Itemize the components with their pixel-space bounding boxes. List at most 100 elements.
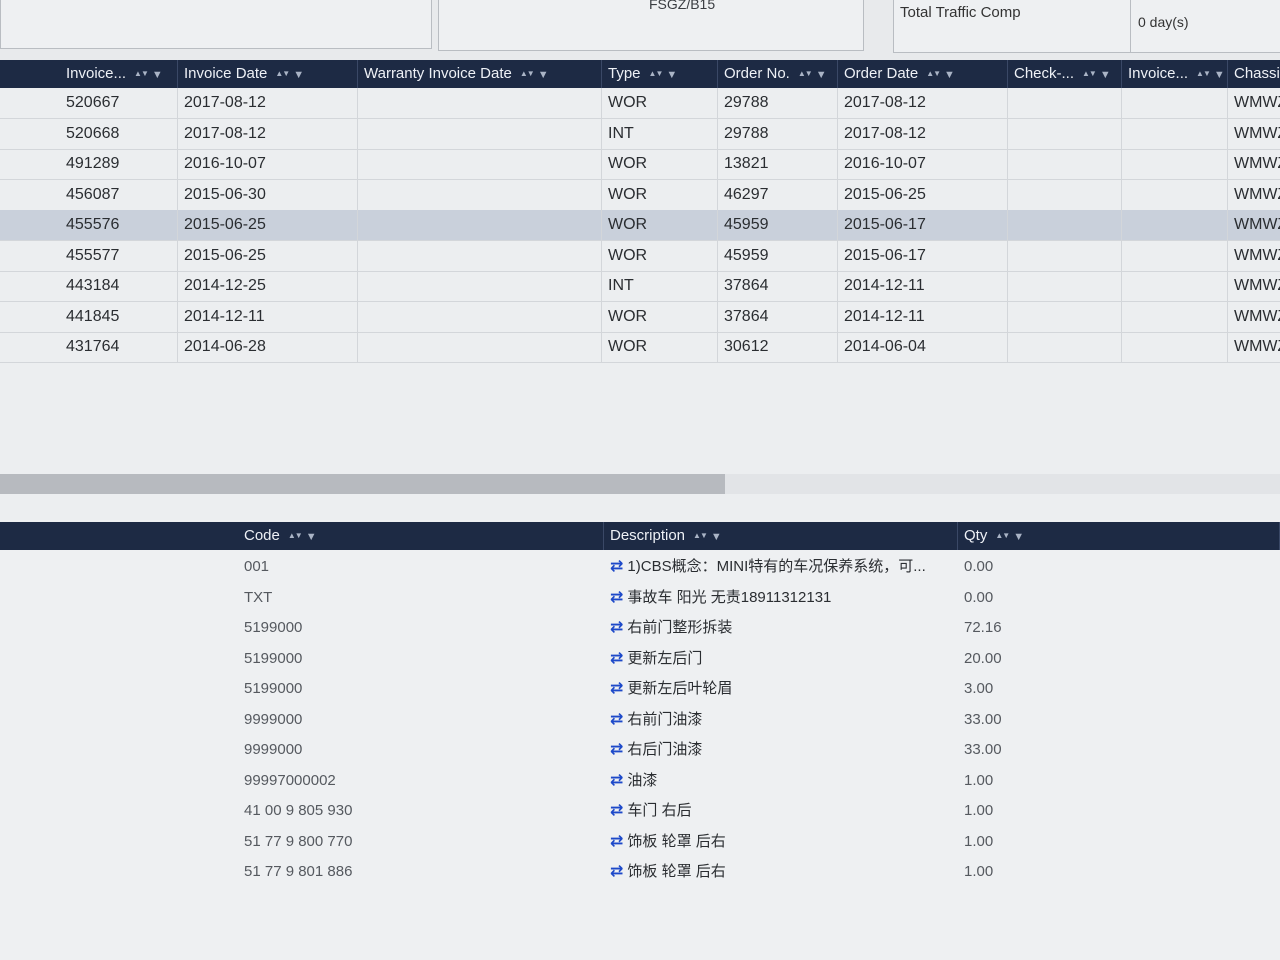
funnel-filter-icon[interactable]: ▼ bbox=[306, 523, 317, 551]
list-item[interactable]: 001 ⇄ 1)CBS概念：MINI特有的车况保养系统，可... 0.00 bbox=[0, 552, 1280, 583]
invoice-cell-check bbox=[1008, 210, 1122, 240]
list-item[interactable]: 9999000 ⇄ 右前门油漆 33.00 bbox=[0, 705, 1280, 736]
table-row[interactable]: 4555772015-06-25 WOR459592015-06-17 WMWZ bbox=[0, 240, 1280, 272]
list-item[interactable]: 9999000 ⇄ 右后门油漆 33.00 bbox=[0, 735, 1280, 766]
invoice-cell-warranty-date bbox=[358, 179, 602, 210]
invoice-cell-invoice-date: 2015-06-30 bbox=[178, 179, 358, 210]
funnel-filter-icon[interactable]: ▼ bbox=[1214, 61, 1225, 89]
sort-updown-icon[interactable]: ▲▼ bbox=[275, 60, 290, 88]
table-row[interactable]: 4560872015-06-30 WOR462972015-06-25 WMWZ bbox=[0, 179, 1280, 211]
invoice_table-col-label: Order Date bbox=[844, 65, 919, 82]
description-text: 更新左后叶轮眉 bbox=[627, 680, 733, 697]
sort-updown-icon[interactable]: ▲▼ bbox=[1196, 60, 1211, 88]
table-row[interactable]: 5206672017-08-12WOR297882017-08-12WMWZ bbox=[0, 88, 1280, 119]
swap-arrows-icon[interactable]: ⇄ bbox=[610, 833, 623, 850]
description-text: 饰板 轮罩 后右 bbox=[627, 832, 726, 850]
invoice_table-col-4[interactable]: Order No. ▲▼ ▼ bbox=[718, 60, 838, 88]
sort-updown-icon[interactable]: ▲▼ bbox=[798, 60, 813, 88]
funnel-filter-icon[interactable]: ▼ bbox=[1013, 523, 1024, 551]
swap-arrows-icon[interactable]: ⇄ bbox=[610, 589, 623, 606]
invoice-cell-type: WOR bbox=[602, 301, 718, 332]
funnel-filter-icon[interactable]: ▼ bbox=[293, 61, 304, 89]
sort-updown-icon[interactable]: ▲▼ bbox=[288, 522, 303, 550]
invoice_table-col-8[interactable]: Chassi...▲▼▼ bbox=[1228, 60, 1280, 88]
invoice-cell-invoice: 431764 bbox=[60, 332, 178, 362]
invoice-cell-invoice: 520667 bbox=[60, 88, 178, 118]
invoice-cell-order-date: 2017-08-12 bbox=[838, 118, 1008, 149]
sort-updown-icon[interactable]: ▲▼ bbox=[649, 60, 664, 88]
funnel-filter-icon[interactable]: ▼ bbox=[666, 61, 677, 89]
invoice-cell-check bbox=[1008, 149, 1122, 179]
list-item[interactable]: 51 77 9 800 770 ⇄ 饰板 轮罩 后右 1.00 bbox=[0, 827, 1280, 858]
sort-updown-icon[interactable]: ▲▼ bbox=[1082, 60, 1097, 88]
detail-cell-qty: 1.00 bbox=[964, 802, 994, 819]
invoice-cell-invoice: 441845 bbox=[60, 301, 178, 332]
swap-arrows-icon[interactable]: ⇄ bbox=[610, 711, 623, 728]
funnel-filter-icon[interactable]: ▼ bbox=[711, 523, 722, 551]
invoice-cell-check bbox=[1008, 240, 1122, 271]
invoice_table-col-7[interactable]: Invoice... ▲▼ ▼ bbox=[1122, 60, 1228, 88]
sort-updown-icon[interactable]: ▲▼ bbox=[134, 60, 149, 88]
detail_table-col-2[interactable]: Qty ▲▼ ▼ bbox=[958, 522, 1280, 550]
detail-cell-qty: 3.00 bbox=[964, 680, 994, 697]
swap-arrows-icon[interactable]: ⇄ bbox=[610, 802, 623, 819]
invoice_table-col-0[interactable]: Invoice... ▲▼ ▼ bbox=[60, 60, 178, 88]
invoice-cell-invoice2 bbox=[1122, 88, 1228, 118]
list-item[interactable]: TXT ⇄ 事故车 阳光 无责18911312131 0.00 bbox=[0, 583, 1280, 614]
description-text: 油漆 bbox=[627, 771, 658, 789]
divider bbox=[1130, 0, 1131, 52]
list-item[interactable]: 41 00 9 805 930 ⇄ 车门 右后 1.00 bbox=[0, 796, 1280, 827]
table-row[interactable]: 4555762015-06-25 WOR459592015-06-17 WMWZ bbox=[0, 210, 1280, 241]
table-row[interactable]: 5206682017-08-12INT297882017-08-12WMWZ bbox=[0, 118, 1280, 150]
invoice_table-col-1[interactable]: Invoice Date ▲▼ ▼ bbox=[178, 60, 358, 88]
swap-arrows-icon[interactable]: ⇄ bbox=[610, 772, 623, 789]
funnel-filter-icon[interactable]: ▼ bbox=[152, 61, 163, 89]
sort-updown-icon[interactable]: ▲▼ bbox=[693, 522, 708, 550]
swap-arrows-icon[interactable]: ⇄ bbox=[610, 558, 623, 575]
sort-updown-icon[interactable]: ▲▼ bbox=[926, 60, 941, 88]
detail-cell-code: 5199000 bbox=[244, 649, 303, 667]
table-row[interactable]: 4418452014-12-11WOR378642014-12-11WMWZ bbox=[0, 301, 1280, 333]
invoice-cell-type: WOR bbox=[602, 332, 718, 362]
swap-arrows-icon[interactable]: ⇄ bbox=[610, 863, 623, 880]
list-item[interactable]: 5199000 ⇄ 更新左后叶轮眉 3.00 bbox=[0, 674, 1280, 705]
invoice-cell-invoice2 bbox=[1122, 118, 1228, 149]
detail-cell-qty: 0.00 bbox=[964, 558, 994, 575]
invoice-cell-chassis: WMWZ bbox=[1228, 180, 1280, 210]
invoice_table-col-3[interactable]: Type ▲▼ ▼ bbox=[602, 60, 718, 88]
invoice-cell-type: INT bbox=[602, 118, 718, 149]
invoice_table-col-2[interactable]: Warranty Invoice Date ▲▼ ▼ bbox=[358, 60, 602, 88]
invoice-cell-warranty-date bbox=[358, 149, 602, 179]
list-item[interactable]: 5199000 ⇄ 右前门整形拆装 72.16 bbox=[0, 613, 1280, 644]
list-item[interactable]: 99997000002 ⇄ 油漆 1.00 bbox=[0, 766, 1280, 797]
detail-cell-code: 5199000 bbox=[244, 680, 303, 697]
invoice_table-col-6[interactable]: Check-... ▲▼ ▼ bbox=[1008, 60, 1122, 88]
invoice-cell-order-date: 2017-08-12 bbox=[838, 88, 1008, 118]
sort-updown-icon[interactable]: ▲▼ bbox=[995, 522, 1010, 550]
description-text: 右前门整形拆装 bbox=[627, 619, 733, 636]
detail-cell-description: ⇄ 右前门整形拆装 bbox=[604, 613, 958, 643]
invoice_table-col-5[interactable]: Order Date ▲▼ ▼ bbox=[838, 60, 1008, 88]
invoice-cell-invoice2 bbox=[1122, 149, 1228, 179]
list-item[interactable]: 5199000 ⇄ 更新左后门 20.00 bbox=[0, 644, 1280, 675]
sort-updown-icon[interactable]: ▲▼ bbox=[520, 60, 535, 88]
invoice-cell-chassis: WMWZ bbox=[1228, 119, 1280, 149]
detail-cell-description: ⇄ 油漆 bbox=[604, 766, 958, 796]
funnel-filter-icon[interactable]: ▼ bbox=[538, 61, 549, 89]
swap-arrows-icon[interactable]: ⇄ bbox=[610, 741, 623, 758]
list-item[interactable]: 51 77 9 801 886 ⇄ 饰板 轮罩 后右 1.00 bbox=[0, 857, 1280, 888]
funnel-filter-icon[interactable]: ▼ bbox=[816, 61, 827, 89]
funnel-filter-icon[interactable]: ▼ bbox=[944, 61, 955, 89]
table-row[interactable]: 4431842014-12-25 INT378642014-12-11 WMWZ bbox=[0, 271, 1280, 302]
swap-arrows-icon[interactable]: ⇄ bbox=[610, 650, 623, 667]
swap-arrows-icon[interactable]: ⇄ bbox=[610, 619, 623, 636]
detail_table-col-0[interactable]: Code ▲▼ ▼ bbox=[238, 522, 604, 550]
invoice-cell-order-date: 2014-06-04 bbox=[838, 332, 1008, 362]
detail_table-col-1[interactable]: Description ▲▼ ▼ bbox=[604, 522, 958, 550]
table-row[interactable]: 4912892016-10-07WOR138212016-10-07WMWZ bbox=[0, 149, 1280, 180]
funnel-filter-icon[interactable]: ▼ bbox=[1100, 61, 1111, 89]
swap-arrows-icon[interactable]: ⇄ bbox=[610, 680, 623, 697]
horizontal-scrollbar-thumb[interactable] bbox=[0, 474, 725, 494]
table-row[interactable]: 4317642014-06-28 WOR306122014-06-04 WMWZ bbox=[0, 332, 1280, 363]
detail-cell-qty: 72.16 bbox=[964, 619, 1002, 636]
